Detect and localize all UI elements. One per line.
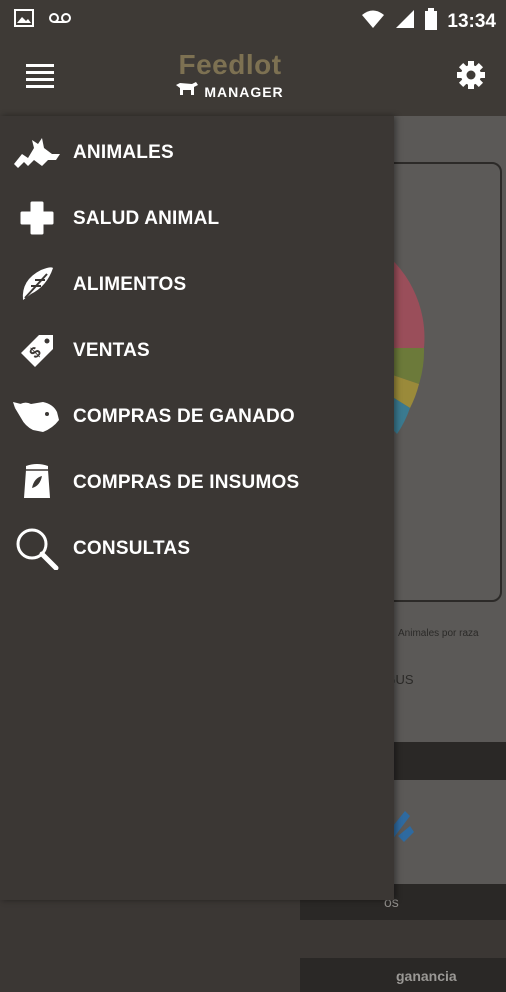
menu-item-animales[interactable]: ANIMALES [0,119,394,185]
image-icon [14,9,34,32]
logo-subtitle: MANAGER [204,83,284,100]
wifi-icon [361,9,385,34]
battery-icon [425,8,438,35]
menu-item-label: SALUD ANIMAL [73,208,220,229]
clock-time: 13:34 [447,10,496,32]
signal-icon [395,9,415,34]
cow-head-icon [12,395,62,437]
cow-logo-icon [176,82,199,101]
chart-caption: Animales por raza [398,628,479,639]
feed-bag-icon [12,461,62,503]
menu-item-label: ALIMENTOS [73,274,187,295]
cross-icon [12,197,62,239]
app-logo: Feedlot MANAGER [170,50,290,106]
gear-icon[interactable] [456,60,486,90]
status-bar: 13:34 [0,0,506,36]
logo-title: Feedlot [178,49,282,80]
menu-item-consultas[interactable]: CONSULTAS [0,515,394,581]
price-tag-icon: $ [12,329,62,371]
section-header-3: ganancia [300,958,506,992]
menu-item-ventas[interactable]: $ VENTAS [0,317,394,383]
menu-item-compras-de-insumos[interactable]: COMPRAS DE INSUMOS [0,449,394,515]
menu-item-salud-animal[interactable]: SALUD ANIMAL [0,185,394,251]
leaf-icon [12,263,62,305]
menu-item-compras-de-ganado[interactable]: COMPRAS DE GANADO [0,383,394,449]
magnifier-icon [12,527,62,570]
cattle-icon [12,131,62,173]
voicemail-icon [48,9,72,32]
menu-item-label: COMPRAS DE INSUMOS [73,472,300,493]
menu-item-label: ANIMALES [73,142,174,163]
menu-item-label: VENTAS [73,340,150,361]
menu-item-label: CONSULTAS [73,538,191,559]
hamburger-icon[interactable] [26,64,54,88]
menu-item-alimentos[interactable]: ALIMENTOS [0,251,394,317]
app-bar: Feedlot MANAGER [0,36,506,116]
navigation-drawer: ANIMALES SALUD ANIMAL ALIMENTOS $ VENTAS… [0,116,394,900]
menu-item-label: COMPRAS DE GANADO [73,406,295,427]
